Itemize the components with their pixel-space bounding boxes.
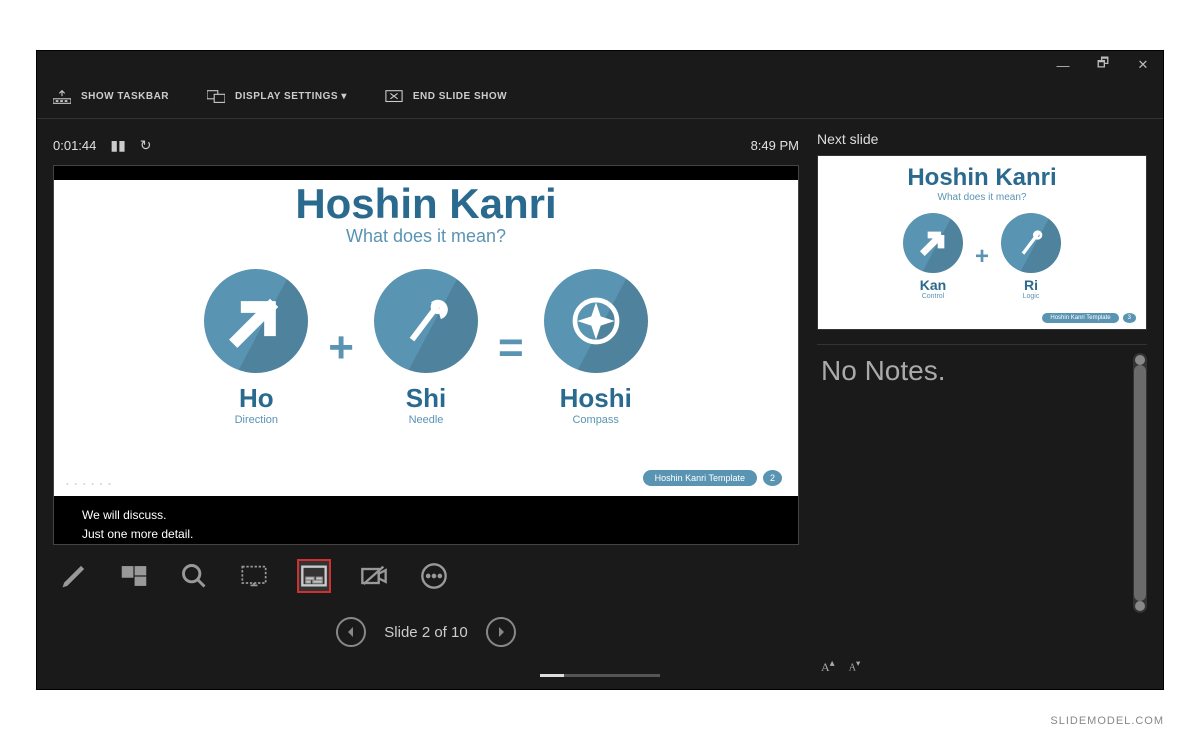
notes-font-controls: A▴ A▾ bbox=[821, 658, 860, 675]
equation-row: Ho Direction + Shi Needle = Hoshi bbox=[54, 269, 798, 426]
caption-line-1: We will discuss. bbox=[82, 506, 770, 525]
equals-operator: = bbox=[498, 323, 524, 373]
next-ri-title: Ri bbox=[1001, 277, 1061, 293]
show-taskbar-button[interactable]: SHOW TASKBAR bbox=[53, 89, 169, 105]
term-shi-sub: Needle bbox=[374, 414, 478, 426]
footer-slide-number: 2 bbox=[763, 470, 782, 486]
term-ho: Ho Direction bbox=[204, 269, 308, 426]
next-kan-sub: Control bbox=[903, 293, 963, 300]
caption-line-2: Just one more detail. bbox=[82, 525, 770, 544]
scroll-up-icon[interactable] bbox=[1135, 355, 1145, 365]
next-footer-label: Hoshin Kanri Template bbox=[1042, 313, 1118, 323]
next-slide-title: Hoshin Kanri bbox=[818, 164, 1146, 192]
restore-button[interactable]: 🗗 bbox=[1083, 51, 1123, 79]
slide-subtitle: What does it mean? bbox=[54, 226, 798, 247]
slide-nav-dots: ◦ ◦ ◦ ◦ ◦ ▫ bbox=[66, 481, 113, 488]
restart-timer-button[interactable]: ↻ bbox=[140, 137, 152, 154]
scrollbar-thumb[interactable] bbox=[1134, 365, 1146, 601]
display-settings-icon bbox=[207, 89, 225, 105]
see-all-slides-button[interactable] bbox=[117, 559, 151, 593]
zoom-button[interactable] bbox=[177, 559, 211, 593]
taskbar-icon bbox=[53, 89, 71, 105]
next-slide-heading: Next slide bbox=[817, 131, 1147, 147]
top-toolbar: SHOW TASKBAR DISPLAY SETTINGS ▾ END SLID… bbox=[37, 75, 1163, 119]
term-shi: Shi Needle bbox=[374, 269, 478, 426]
close-button[interactable]: ✕ bbox=[1123, 51, 1163, 79]
term-hoshi-sub: Compass bbox=[544, 414, 648, 426]
display-settings-label: DISPLAY SETTINGS ▾ bbox=[235, 91, 347, 102]
plus-operator: + bbox=[328, 323, 354, 373]
term-shi-title: Shi bbox=[374, 383, 478, 414]
slide-navigation: Slide 2 of 10 bbox=[53, 617, 799, 647]
next-slide-subtitle: What does it mean? bbox=[818, 192, 1146, 203]
elapsed-time: 0:01:44 bbox=[53, 138, 96, 153]
scroll-down-icon[interactable] bbox=[1135, 601, 1145, 611]
content-area: 0:01:44 ▮▮ ↻ 8:49 PM Hoshin Kanri What d… bbox=[37, 119, 1163, 683]
presenter-tools bbox=[53, 559, 799, 593]
next-footer-num: 3 bbox=[1123, 313, 1136, 323]
next-equation-row: Kan Control + Ri Logic bbox=[818, 213, 1146, 300]
notes-scrollbar[interactable] bbox=[1133, 353, 1147, 613]
next-slide-footer: Hoshin Kanri Template 3 bbox=[1042, 313, 1136, 323]
decrease-font-button[interactable]: A▾ bbox=[849, 658, 860, 675]
next-ri-sub: Logic bbox=[1001, 293, 1061, 300]
previous-slide-button[interactable] bbox=[336, 617, 366, 647]
camera-button[interactable] bbox=[357, 559, 391, 593]
arrow-icon bbox=[903, 213, 963, 273]
term-hoshi: Hoshi Compass bbox=[544, 269, 648, 426]
black-screen-button[interactable] bbox=[237, 559, 271, 593]
pause-button[interactable]: ▮▮ bbox=[110, 137, 125, 154]
clock-time: 8:49 PM bbox=[751, 138, 799, 153]
next-plus-operator: + bbox=[975, 243, 989, 271]
slide-title: Hoshin Kanri bbox=[54, 180, 798, 228]
watermark: SLIDEMODEL.COM bbox=[1050, 715, 1164, 727]
needle-icon bbox=[374, 269, 478, 373]
presenter-view-window: — 🗗 ✕ SHOW TASKBAR DISPLAY SETTINGS ▾ EN… bbox=[36, 50, 1164, 690]
term-hoshi-title: Hoshi bbox=[544, 383, 648, 414]
end-show-label: END SLIDE SHOW bbox=[413, 91, 507, 102]
notes-area: No Notes. A▴ A▾ bbox=[817, 344, 1147, 683]
toggle-subtitles-button[interactable] bbox=[297, 559, 331, 593]
window-controls: — 🗗 ✕ bbox=[1043, 51, 1163, 79]
next-term-kan: Kan Control bbox=[903, 213, 963, 300]
current-slide-container[interactable]: Hoshin Kanri What does it mean? Ho Direc… bbox=[53, 165, 799, 545]
term-ho-title: Ho bbox=[204, 383, 308, 414]
term-ho-sub: Direction bbox=[204, 414, 308, 426]
minimize-button[interactable]: — bbox=[1043, 51, 1083, 79]
subtitles-area: We will discuss. Just one more detail. bbox=[54, 496, 798, 545]
end-slideshow-button[interactable]: END SLIDE SHOW bbox=[385, 89, 507, 105]
increase-font-button[interactable]: A▴ bbox=[821, 658, 835, 675]
next-slide-preview[interactable]: Hoshin Kanri What does it mean? Kan Cont… bbox=[817, 155, 1147, 330]
notes-text: No Notes. bbox=[817, 345, 1147, 397]
slide-footer: Hoshin Kanri Template 2 bbox=[643, 470, 782, 486]
display-settings-button[interactable]: DISPLAY SETTINGS ▾ bbox=[207, 89, 347, 105]
next-kan-title: Kan bbox=[903, 277, 963, 293]
next-term-ri: Ri Logic bbox=[1001, 213, 1061, 300]
more-options-button[interactable] bbox=[417, 559, 451, 593]
pen-tool-button[interactable] bbox=[57, 559, 91, 593]
show-taskbar-label: SHOW TASKBAR bbox=[81, 91, 169, 102]
arrow-icon bbox=[204, 269, 308, 373]
compass-icon bbox=[544, 269, 648, 373]
current-slide: Hoshin Kanri What does it mean? Ho Direc… bbox=[54, 180, 798, 496]
timer-row: 0:01:44 ▮▮ ↻ 8:49 PM bbox=[53, 131, 799, 159]
needle-icon bbox=[1001, 213, 1061, 273]
right-pane: Next slide Hoshin Kanri What does it mea… bbox=[817, 131, 1147, 683]
left-pane: 0:01:44 ▮▮ ↻ 8:49 PM Hoshin Kanri What d… bbox=[53, 131, 799, 683]
slide-counter-label: Slide 2 of 10 bbox=[384, 624, 467, 641]
next-slide-button[interactable] bbox=[486, 617, 516, 647]
progress-bar bbox=[540, 674, 660, 677]
footer-template-label: Hoshin Kanri Template bbox=[643, 470, 757, 486]
end-show-icon bbox=[385, 89, 403, 105]
